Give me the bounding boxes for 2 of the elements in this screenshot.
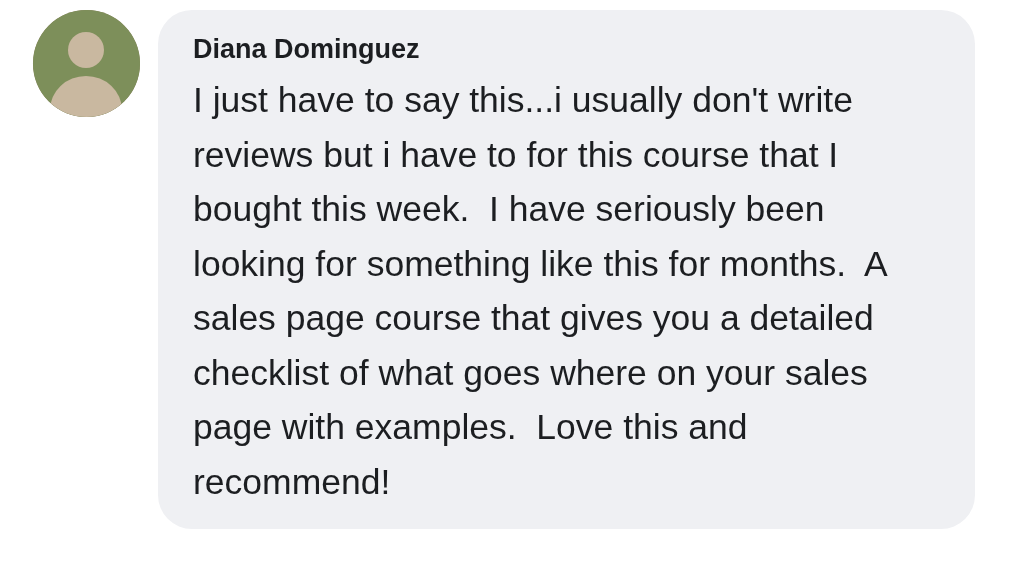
author-name[interactable]: Diana Dominguez <box>193 32 945 68</box>
comment-text: I just have to say this...i usually don't write reviews but i have to for this course that I bought this week. I have seriously been looking for something like this for months. A sales page course that gives you a detailed checklist of what goes where on your sales page with examples. Love this and recommend! <box>193 79 888 504</box>
